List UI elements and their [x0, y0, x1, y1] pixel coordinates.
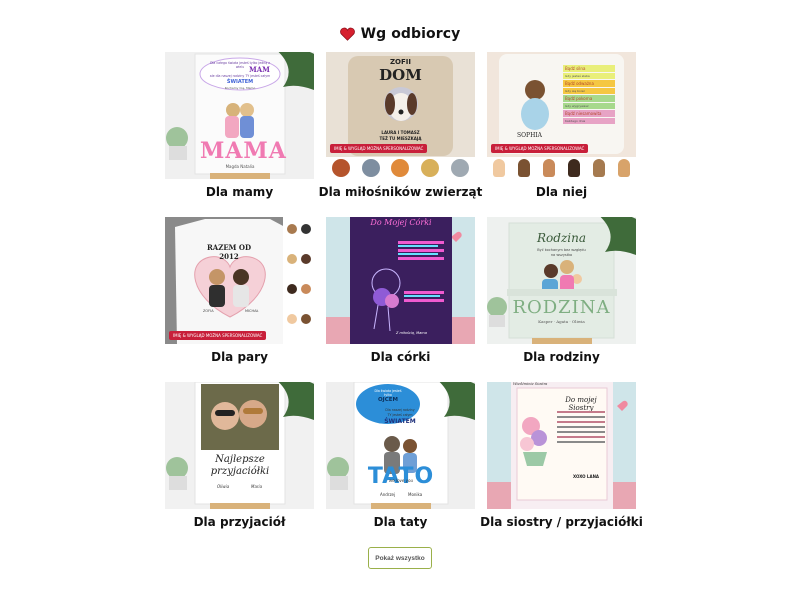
art-text: DOM — [379, 66, 422, 84]
note: Bądź odważna — [563, 80, 615, 87]
avatar — [567, 159, 580, 177]
category-image[interactable]: RAZEM OD 2012 ZOFIA MICHAŁ IMIĘ & WYGLĄD… — [165, 217, 314, 344]
art-text: LAURA I TOMASZ — [381, 130, 420, 135]
dog-icon — [361, 159, 380, 177]
note: Bądź silna — [563, 65, 615, 72]
art-text: TATO — [367, 464, 435, 489]
note: Bądź pokorna — [563, 95, 615, 102]
show-all-button[interactable]: Pokaż wszystko — [368, 547, 432, 569]
category-label[interactable]: Dla rodziny — [487, 344, 636, 370]
category-card-daughter[interactable]: Do Mojej Córki Z miłością, Mama Dla córk… — [326, 217, 475, 382]
art-text: RAZEM OD — [206, 243, 252, 252]
wood-stand — [371, 503, 431, 509]
category-image[interactable]: Bądź silna Gdy jesteś słaba Bądź odważna… — [487, 52, 636, 179]
category-card-dad[interactable]: Dla świata jesteś tylko OJCEM Dla naszej… — [326, 382, 475, 547]
affirmation-notes: Bądź silna Gdy jesteś słaba Bądź odważna… — [563, 64, 615, 125]
cat-icon — [451, 159, 470, 177]
dog-icon — [331, 159, 350, 177]
note: Gdy się boisz — [563, 88, 615, 94]
art-text: MAM — [249, 65, 270, 74]
art-text: MAMA — [200, 138, 287, 164]
art-text: Rodzina — [537, 231, 586, 245]
section-title: Wg odbiorcy — [360, 26, 461, 42]
category-card-sister[interactable]: Wiedźminie Siostra Do mojej Siostry XOXO… — [480, 382, 643, 547]
category-card-friends[interactable]: Najlepsze przyjaciółki Oliwia Maria Dla … — [165, 382, 314, 547]
category-image[interactable]: Do Mojej Córki Z miłością, Mama — [326, 217, 475, 344]
art-text: Wiedźminie Siostra — [513, 382, 548, 386]
category-label[interactable]: Dla miłośników zwierząt — [319, 179, 483, 205]
category-card-pets[interactable]: ZOFII DOM LAURA I TOMASZ TEŻ TU MIESZKAJ… — [319, 52, 483, 217]
art-text: 2012 — [219, 252, 239, 261]
show-all-wrap: Pokaż wszystko — [0, 547, 800, 569]
category-card-family[interactable]: Rodzina Być kochanym bez względu na wszy… — [487, 217, 636, 382]
art-text: ŚWIATEM — [384, 418, 416, 425]
personalize-badge: IMIĘ & WYGLĄD MOŻNA SPERSONALIZOWAĆ — [169, 331, 267, 340]
note: Gdy jesteś słaba — [563, 73, 615, 79]
section-header: Wg odbiorcy — [0, 24, 800, 44]
letter-lines — [553, 408, 609, 446]
note: Gdy wygrywasz — [563, 103, 615, 109]
wood-stand — [532, 338, 592, 344]
art-text: TY jesteś całym — [387, 413, 413, 417]
art-text: MICHAŁ — [245, 309, 259, 313]
category-label[interactable]: Dla taty — [326, 509, 475, 535]
category-image[interactable]: ZOFII DOM LAURA I TOMASZ TEŻ TU MIESZKAJ… — [326, 52, 475, 179]
art-text: Z miłością, Mama — [396, 331, 427, 335]
avatar — [617, 159, 630, 177]
art-text: Magda Natalia — [225, 164, 255, 169]
art-text: ZOFIA — [203, 309, 214, 313]
art-text: ale dla naszej rodziny TY jesteś całym — [209, 74, 271, 78]
art-text: Najlepsze — [215, 454, 265, 465]
art-text: Kasper · Agata · Oliwia — [538, 319, 585, 324]
dog-icon — [421, 159, 440, 177]
heart-icon — [339, 27, 355, 41]
category-label[interactable]: Dla mamy — [165, 179, 314, 205]
personalize-badge: IMIĘ & WYGLĄD MOŻNA SPERSONALIZOWAĆ — [491, 144, 589, 153]
category-image[interactable]: Rodzina Być kochanym bez względu na wszy… — [487, 217, 636, 344]
art-text: we love you — [388, 478, 413, 483]
art-text: Andrzej — [380, 492, 396, 497]
art-text: ZOFII — [389, 58, 412, 66]
category-label[interactable]: Dla niej — [487, 179, 636, 205]
category-label[interactable]: Dla siostry / przyjaciółki — [480, 509, 643, 535]
category-image[interactable]: Najlepsze przyjaciółki Oliwia Maria — [165, 382, 314, 509]
art-text: Oliwia — [217, 484, 230, 489]
art-text: Monika — [408, 492, 423, 497]
recipient-grid: Dla całego świata jesteś tylko jedną z w… — [165, 52, 643, 547]
category-card-couple[interactable]: RAZEM OD 2012 ZOFIA MICHAŁ IMIĘ & WYGLĄD… — [165, 217, 314, 382]
wood-stand — [210, 173, 270, 179]
avatar-strip — [487, 157, 636, 179]
art-text: OJCEM — [378, 397, 398, 403]
avatar — [493, 159, 506, 177]
avatar — [592, 159, 605, 177]
category-card-mama[interactable]: Dla całego świata jesteś tylko jedną z w… — [165, 52, 314, 217]
art-text: przyjaciółki — [210, 466, 270, 477]
art-text: RODZINA — [512, 297, 611, 318]
category-label[interactable]: Dla przyjaciół — [165, 509, 314, 535]
category-image[interactable]: Wiedźminie Siostra Do mojej Siostry XOXO… — [487, 382, 636, 509]
art-text: SOPHIA — [517, 132, 543, 139]
category-label[interactable]: Dla córki — [326, 344, 475, 370]
art-text: Maria — [251, 484, 263, 489]
art-text: Do Mojej Córki — [370, 218, 432, 227]
category-image[interactable]: Dla świata jesteś tylko OJCEM Dla naszej… — [326, 382, 475, 509]
category-image[interactable]: Dla całego świata jesteś tylko jedną z w… — [165, 52, 314, 179]
avatar — [518, 159, 531, 177]
dog-icon — [391, 159, 410, 177]
art-text: ŚWIATEM — [226, 79, 254, 85]
category-label[interactable]: Dla pary — [165, 344, 314, 370]
avatar — [543, 159, 556, 177]
personalize-badge: IMIĘ & WYGLĄD MOŻNA SPERSONALIZOWAĆ — [330, 144, 428, 153]
note: Bądź niesamowita — [563, 110, 615, 117]
art-text: TEŻ TU MIESZKAJĄ — [379, 136, 422, 141]
wood-stand — [210, 503, 270, 509]
category-card-her[interactable]: Bądź silna Gdy jesteś słaba Bądź odważna… — [487, 52, 636, 217]
art-text: Kochamy Cię, Mamo — [224, 86, 256, 90]
art-text: XOXO LANA — [573, 474, 600, 479]
art-text: Być kochanym bez względu — [537, 248, 586, 252]
art-text: Dla naszej rodziny — [385, 408, 415, 412]
art-text: na wszystko — [550, 253, 573, 257]
pet-strip — [326, 157, 475, 179]
note: Każdego dnia — [563, 118, 615, 124]
